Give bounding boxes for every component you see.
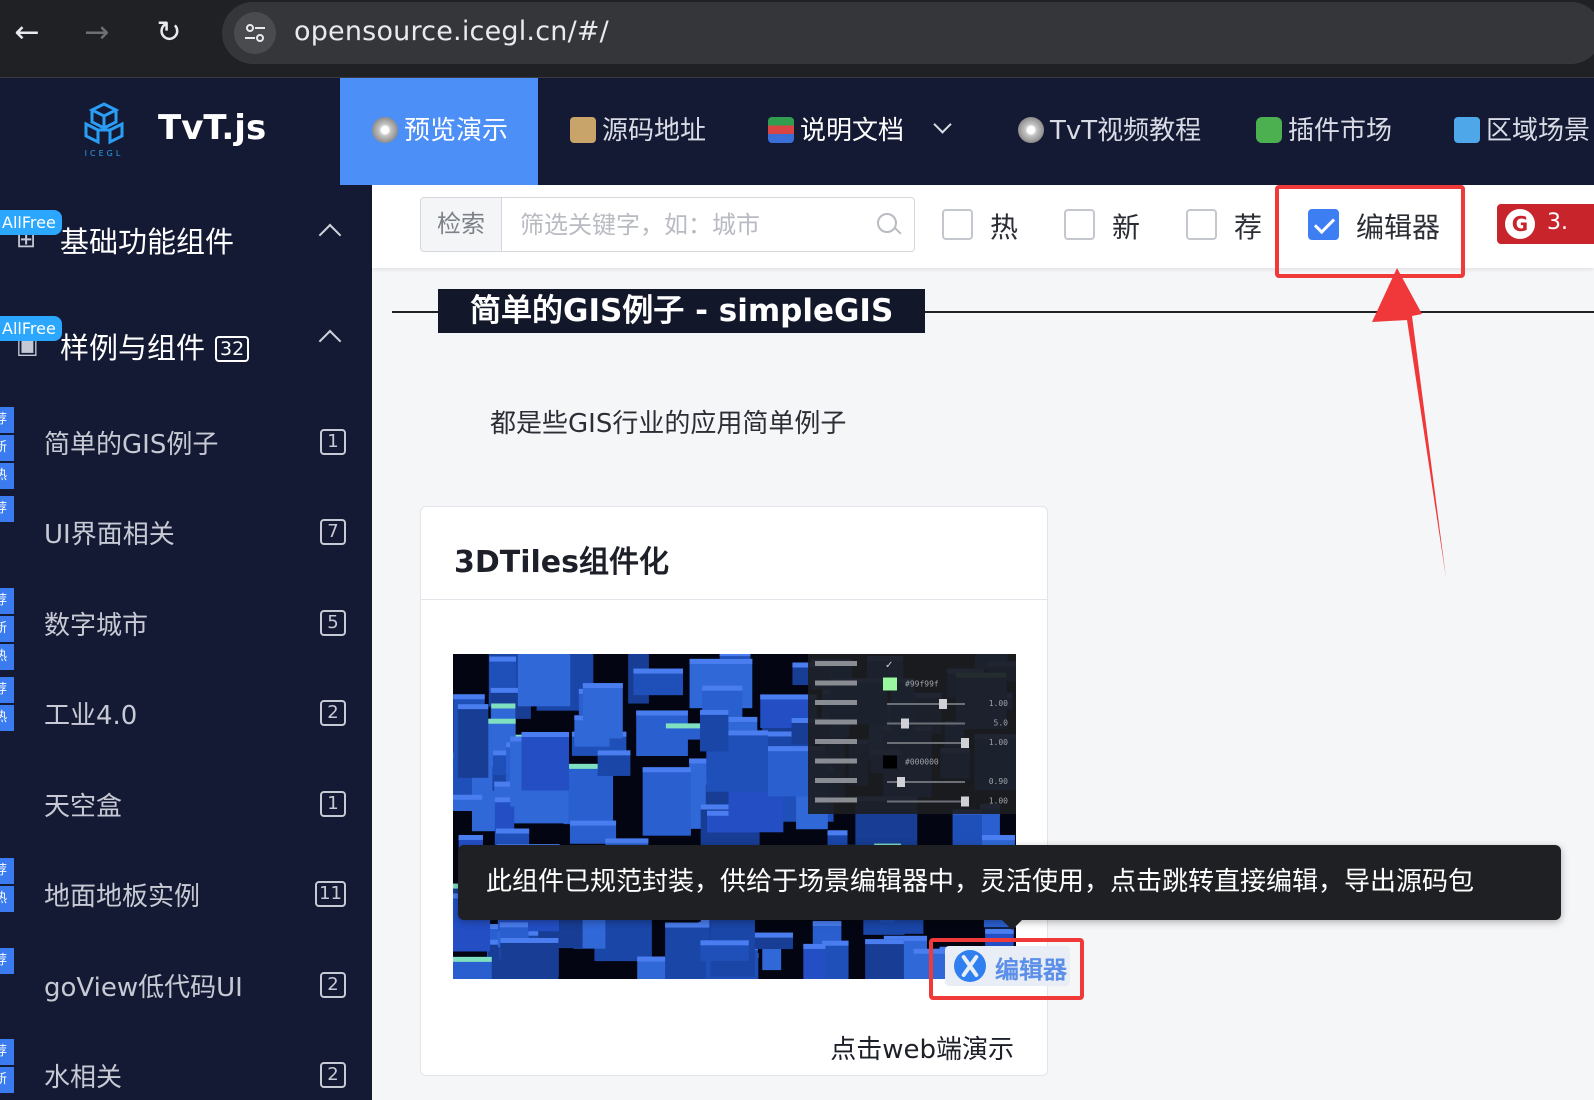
tooltip-arrow xyxy=(1000,918,1024,930)
editor-tooltip: 此组件已规范封装，供给于场景编辑器中，灵活使用，点击跳转直接编辑，导出源码包 xyxy=(458,845,1561,920)
highlight-box xyxy=(929,938,1084,1000)
red-arrow-annotation xyxy=(1372,268,1446,578)
